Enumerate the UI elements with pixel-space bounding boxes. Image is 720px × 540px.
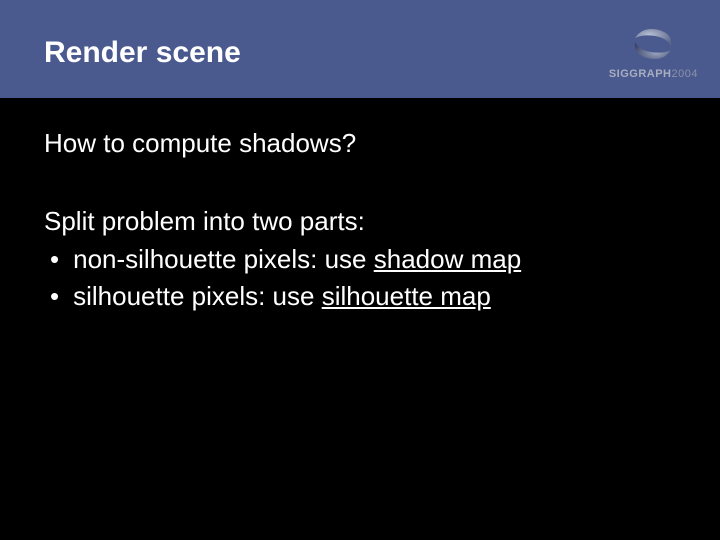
bullet-prefix: silhouette pixels: use bbox=[73, 281, 322, 311]
slide-title: Render scene bbox=[44, 36, 241, 70]
slide-content: How to compute shadows? Split problem in… bbox=[0, 98, 720, 344]
siggraph-logo: SIGGRAPH2004 bbox=[609, 24, 698, 80]
bullet-dot-icon: • bbox=[50, 241, 59, 277]
bullet-emph: shadow map bbox=[374, 244, 521, 274]
bullet-text: silhouette pixels: use silhouette map bbox=[73, 278, 491, 314]
bullet-dot-icon: • bbox=[50, 278, 59, 314]
brand-name: SIGGRAPH bbox=[609, 68, 672, 80]
bullet-emph: silhouette map bbox=[322, 281, 491, 311]
slide-header: Render scene SIGGRAPH2004 bbox=[0, 0, 720, 98]
intro-line: Split problem into two parts: bbox=[44, 203, 676, 239]
bullet-prefix: non-silhouette pixels: use bbox=[73, 244, 374, 274]
bullet-item-1: • non-silhouette pixels: use shadow map bbox=[44, 241, 676, 277]
brand-year: 2004 bbox=[672, 68, 698, 80]
body-text: Split problem into two parts: • non-silh… bbox=[44, 203, 676, 314]
swirl-icon bbox=[629, 24, 677, 64]
bullet-item-2: • silhouette pixels: use silhouette map bbox=[44, 278, 676, 314]
question-text: How to compute shadows? bbox=[44, 128, 676, 159]
brand-text: SIGGRAPH2004 bbox=[609, 68, 698, 80]
bullet-text: non-silhouette pixels: use shadow map bbox=[73, 241, 521, 277]
